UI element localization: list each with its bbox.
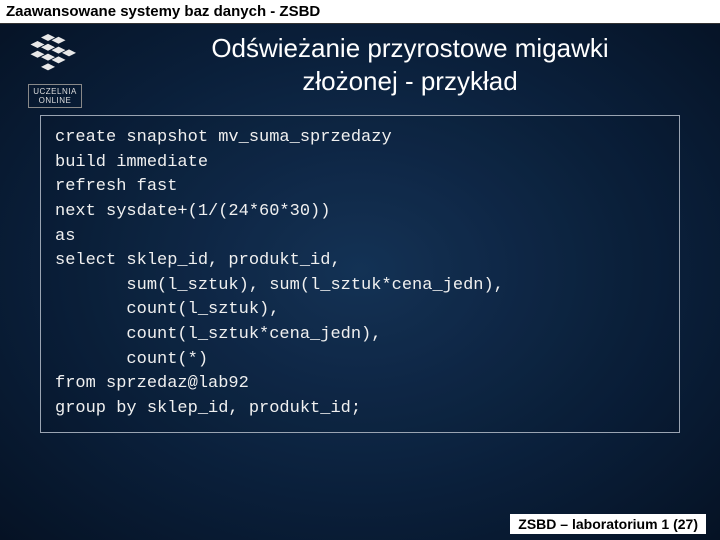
footer-text: ZSBD – laboratorium 1 (27) — [518, 516, 698, 532]
footer: ZSBD – laboratorium 1 (27) — [510, 514, 706, 534]
title-line1: Odświeżanie przyrostowe migawki — [211, 33, 608, 63]
code-line: select sklep_id, produkt_id, — [55, 251, 341, 270]
code-line: as — [55, 227, 75, 246]
logo-label: UCZELNIA ONLINE — [28, 84, 82, 108]
code-line: count(l_sztuk*cena_jedn), — [55, 325, 381, 344]
slide-title: Odświeżanie przyrostowe migawki złożonej… — [120, 32, 700, 97]
code-line: from sprzedaz@lab92 — [55, 374, 249, 393]
code-line: sum(l_sztuk), sum(l_sztuk*cena_jedn), — [55, 276, 504, 295]
code-block: create snapshot mv_suma_sprzedazy build … — [40, 115, 680, 433]
title-line2: złożonej - przykład — [302, 66, 517, 96]
header-bar: Zaawansowane systemy baz danych - ZSBD — [0, 0, 720, 24]
logo-cubes-icon — [20, 30, 90, 80]
logo-label-line1: UCZELNIA — [33, 87, 77, 96]
header-text: Zaawansowane systemy baz danych - ZSBD — [6, 3, 320, 20]
code-line: count(l_sztuk), — [55, 300, 279, 319]
logo: UCZELNIA ONLINE — [10, 30, 100, 108]
code-line: next sysdate+(1/(24*60*30)) — [55, 202, 330, 221]
code-line: build immediate — [55, 153, 208, 172]
code-line: create snapshot mv_suma_sprzedazy — [55, 128, 392, 147]
logo-label-line2: ONLINE — [39, 96, 72, 105]
code-line: refresh fast — [55, 177, 177, 196]
code-line: group by sklep_id, produkt_id; — [55, 399, 361, 418]
code-line: count(*) — [55, 350, 208, 369]
